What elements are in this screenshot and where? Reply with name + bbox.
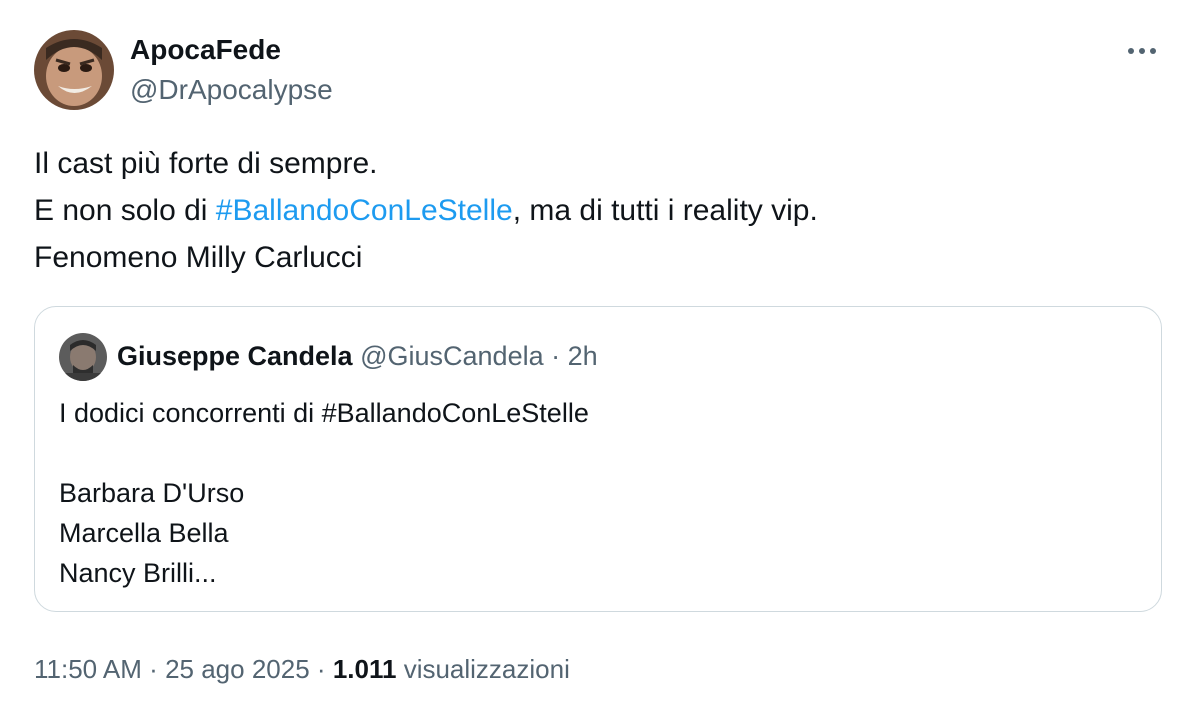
quoted-tweet-card[interactable]: Giuseppe Candela @GiusCandela · 2h I dod…	[34, 306, 1162, 612]
quoted-display-name: Giuseppe Candela	[117, 341, 353, 371]
more-options-button[interactable]	[1122, 36, 1162, 66]
hashtag-link[interactable]: #BallandoConLeStelle	[216, 194, 513, 227]
meta-separator: ·	[149, 654, 158, 684]
author-handle[interactable]: @DrApocalypse	[130, 74, 333, 106]
tweet-line-2-prefix: E non solo di	[34, 194, 216, 227]
quoted-line: Barbara D'Urso	[59, 478, 245, 508]
quoted-author-avatar	[59, 333, 107, 381]
meta-separator: ·	[316, 654, 326, 684]
quoted-handle: @GiusCandela	[360, 341, 544, 371]
author-display-name[interactable]: ApocaFede	[130, 34, 281, 66]
tweet-date[interactable]: 25 ago 2025	[165, 654, 310, 684]
quoted-line: Marcella Bella	[59, 518, 229, 548]
quoted-line: I dodici concorrenti di #BallandoConLeSt…	[59, 398, 589, 428]
tweet-meta: 11:50 AM · 25 ago 2025 · 1.011 visualizz…	[34, 652, 570, 686]
more-horizontal-icon	[1127, 42, 1157, 60]
tweet-text: Il cast più forte di sempre. E non solo …	[34, 140, 1144, 281]
quoted-text: I dodici concorrenti di #BallandoConLeSt…	[59, 393, 589, 593]
tweet-line-2: E non solo di #BallandoConLeStelle, ma d…	[34, 187, 1144, 234]
quoted-timestamp: 2h	[567, 341, 598, 371]
tweet-time[interactable]: 11:50 AM	[34, 654, 142, 684]
quoted-separator: ·	[551, 341, 561, 371]
tweet-line-3: Fenomeno Milly Carlucci	[34, 241, 363, 274]
quoted-header: Giuseppe Candela @GiusCandela · 2h	[117, 339, 598, 373]
author-avatar[interactable]	[34, 30, 114, 110]
views-count: 1.011	[332, 654, 397, 684]
quoted-blank-line	[59, 433, 589, 473]
tweet-line-1: Il cast più forte di sempre.	[34, 147, 378, 180]
quoted-line: Nancy Brilli...	[59, 558, 217, 588]
tweet: ApocaFede @DrApocalypse Il cast più fort…	[0, 0, 1186, 714]
tweet-line-2-suffix: , ma di tutti i reality vip.	[512, 194, 818, 227]
views-label: visualizzazioni	[403, 654, 570, 684]
